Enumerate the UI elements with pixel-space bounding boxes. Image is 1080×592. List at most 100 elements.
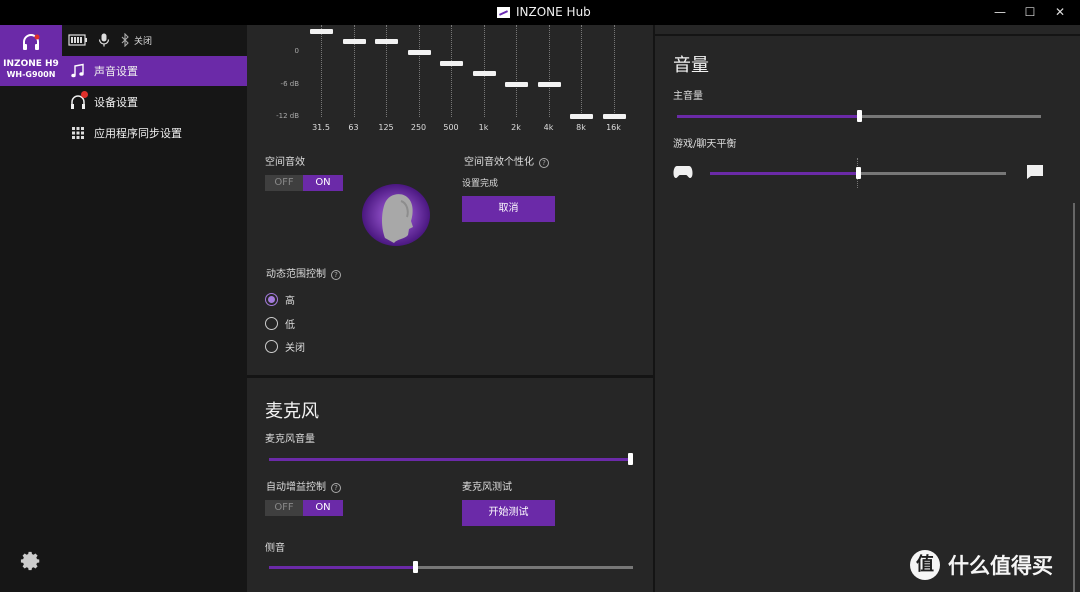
eq-frequency-label: 4k: [543, 123, 554, 132]
eq-frequency-label: 63: [348, 123, 359, 132]
slider-fill: [677, 115, 859, 118]
eq-frequency-label: 1k: [478, 123, 489, 132]
device-name: INZONE H9: [3, 59, 59, 69]
eq-band-line: [516, 25, 517, 117]
equalizer[interactable]: 0 -6 dB -12 dB 31.5 63 125 250 500 1k 2k 4k 8k 16…: [247, 25, 653, 140]
slider-fill: [269, 566, 415, 569]
eq-frequency-label: 125: [378, 123, 394, 132]
inzone-logo-icon: [497, 7, 510, 18]
eq-frequency-label: 8k: [576, 123, 586, 132]
volume-section-title: 音量: [673, 55, 709, 76]
radio-label: 低: [285, 320, 295, 331]
agc-toggle[interactable]: OFF ON: [265, 500, 343, 516]
gamepad-icon: [673, 166, 693, 178]
eq-y-label: 0: [294, 47, 299, 55]
eq-band-handle[interactable]: [310, 28, 333, 34]
microphone-section-title: 麦克风: [265, 401, 319, 422]
toggle-on: ON: [303, 500, 343, 516]
slider-fill: [269, 458, 633, 461]
slider-thumb[interactable]: [628, 453, 633, 465]
nav-label: 应用程序同步设置: [94, 127, 182, 140]
radio-label: 高: [285, 296, 295, 307]
eq-frequency-label: 31.5: [312, 123, 330, 132]
watermark-logo: 值: [910, 550, 940, 580]
head-model-image: [362, 184, 430, 246]
eq-band-handle[interactable]: [602, 114, 626, 119]
help-icon[interactable]: ?: [539, 158, 549, 168]
mic-volume-slider[interactable]: [269, 453, 633, 465]
eq-band-line: [613, 25, 615, 117]
scrollbar[interactable]: [1073, 203, 1075, 592]
bluetooth-icon: [121, 33, 129, 47]
minimize-button[interactable]: —: [990, 4, 1010, 20]
grid-icon: [72, 127, 84, 139]
bluetooth-status: 关闭: [134, 36, 153, 47]
nav-sound-settings[interactable]: 声音设置: [62, 56, 247, 86]
help-icon[interactable]: ?: [331, 270, 341, 280]
drc-option-low[interactable]: 低: [265, 316, 295, 331]
eq-band-handle[interactable]: [342, 39, 366, 45]
eq-band-handle[interactable]: [407, 50, 431, 55]
eq-band-line: [451, 25, 452, 117]
mic-volume-label: 麦克风音量: [265, 434, 315, 445]
spatial-sound-toggle[interactable]: OFF ON: [265, 175, 343, 191]
eq-y-label: -12 dB: [276, 112, 299, 120]
slider-thumb[interactable]: [857, 110, 862, 122]
eq-band-line: [548, 25, 550, 117]
spatial-sound-label: 空间音效: [265, 157, 305, 168]
eq-band-handle[interactable]: [440, 60, 463, 66]
microphone-icon: [98, 33, 110, 47]
drc-option-off[interactable]: 关闭: [265, 339, 305, 354]
notification-badge: [81, 91, 88, 98]
chat-bubble-icon: [1027, 165, 1043, 179]
nav-app-sync-settings[interactable]: 应用程序同步设置: [62, 118, 247, 148]
slider-fill: [710, 172, 858, 175]
drc-label: 动态范围控制?: [266, 265, 341, 280]
toggle-on: ON: [303, 175, 343, 191]
radio-button[interactable]: [265, 340, 278, 353]
start-mic-test-button[interactable]: 开始测试: [462, 500, 555, 526]
eq-y-label: -6 dB: [280, 80, 299, 88]
sidetone-label: 侧音: [265, 543, 285, 554]
eq-band-line: [321, 25, 322, 117]
agc-label: 自动增益控制?: [266, 478, 341, 493]
master-volume-slider[interactable]: [677, 110, 1041, 122]
headset-icon: [23, 34, 40, 50]
app-title: INZONE Hub: [516, 5, 591, 19]
toggle-off: OFF: [265, 500, 303, 516]
volume-panel: 音量 主音量 游戏/聊天平衡: [653, 25, 1080, 592]
eq-frequency-label: 500: [443, 123, 459, 132]
radio-button[interactable]: [265, 317, 278, 330]
toggle-off: OFF: [265, 175, 303, 191]
eq-band-handle[interactable]: [570, 114, 593, 119]
device-tile[interactable]: INZONE H9 WH-G900N: [0, 25, 62, 86]
eq-band-line: [581, 25, 582, 117]
cancel-button[interactable]: 取消: [462, 196, 555, 222]
game-chat-balance-slider[interactable]: [710, 158, 1006, 188]
nav-device-settings[interactable]: 设备设置: [62, 87, 247, 117]
nav-label: 声音设置: [94, 65, 138, 78]
eq-band-handle[interactable]: [375, 39, 398, 45]
gear-icon[interactable]: [20, 550, 42, 572]
status-row: 关闭: [68, 32, 152, 48]
personalize-status: 设置完成: [462, 179, 499, 189]
panel-divider: [655, 34, 1080, 36]
close-button[interactable]: ✕: [1050, 4, 1070, 20]
radio-button[interactable]: [265, 293, 278, 306]
battery-icon: [68, 34, 87, 46]
slider-thumb[interactable]: [856, 167, 861, 179]
mic-test-label: 麦克风测试: [462, 482, 512, 493]
maximize-button[interactable]: ☐: [1020, 4, 1040, 20]
balance-label: 游戏/聊天平衡: [673, 139, 737, 150]
eq-band-line: [418, 25, 420, 117]
eq-band-handle[interactable]: [472, 71, 496, 77]
master-volume-label: 主音量: [673, 91, 703, 102]
headphones-icon: [70, 91, 88, 110]
drc-option-high[interactable]: 高: [265, 292, 295, 307]
eq-band-handle[interactable]: [505, 82, 528, 87]
help-icon[interactable]: ?: [331, 483, 341, 493]
sidetone-slider[interactable]: [269, 561, 633, 573]
eq-band-handle[interactable]: [537, 82, 561, 87]
nav-label: 设备设置: [94, 96, 138, 109]
slider-thumb[interactable]: [413, 561, 418, 573]
